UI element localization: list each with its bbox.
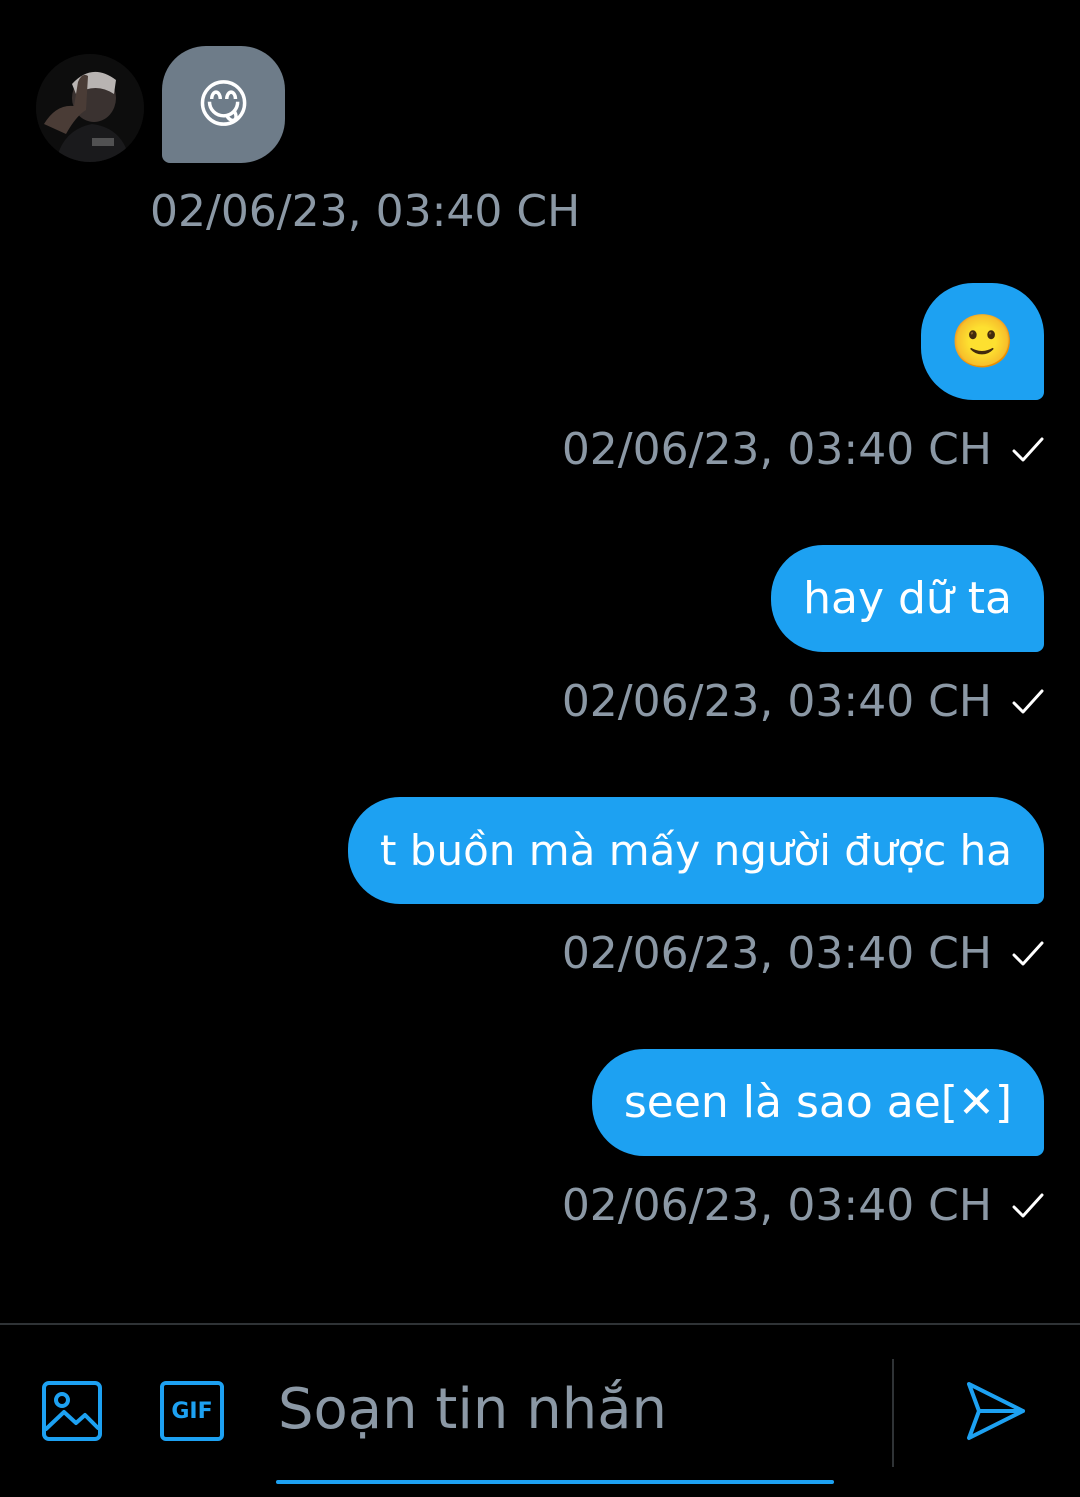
message-timestamp: 02/06/23, 03:40 CH bbox=[562, 1184, 1046, 1228]
message-composer: GIF bbox=[0, 1325, 1080, 1497]
message-timestamp: 02/06/23, 03:40 CH bbox=[562, 680, 1046, 724]
check-icon bbox=[1010, 684, 1046, 720]
input-focus-underline bbox=[276, 1480, 834, 1484]
message-timestamp: 02/06/23, 03:40 CH bbox=[562, 428, 1046, 472]
add-image-button[interactable] bbox=[36, 1375, 108, 1447]
message-timestamp: 02/06/23, 03:40 CH bbox=[562, 932, 1046, 976]
sent-message-bubble[interactable]: t buồn mà mấy người được ha bbox=[347, 797, 1044, 904]
message-text: t buồn mà mấy người được ha bbox=[379, 825, 1012, 875]
send-button[interactable] bbox=[958, 1375, 1034, 1447]
gif-icon: GIF bbox=[160, 1381, 224, 1441]
sent-message-bubble[interactable]: seen là sao ae[✕] bbox=[591, 1049, 1044, 1156]
avatar[interactable] bbox=[36, 54, 144, 162]
received-message-bubble[interactable]: 😋 bbox=[162, 46, 285, 163]
message-text: hay dữ ta bbox=[803, 572, 1012, 624]
send-icon bbox=[967, 1382, 1025, 1440]
check-icon bbox=[1010, 936, 1046, 972]
sent-message-bubble[interactable]: 🙂 bbox=[921, 283, 1044, 400]
message-input[interactable] bbox=[278, 1369, 834, 1449]
message-list[interactable]: 😋 02/06/23, 03:40 CH 🙂 02/06/23, 03:40 C… bbox=[0, 0, 1080, 1323]
message-text: 😋 bbox=[196, 74, 251, 135]
check-icon bbox=[1010, 432, 1046, 468]
message-timestamp: 02/06/23, 03:40 CH bbox=[150, 186, 581, 237]
add-gif-button[interactable]: GIF bbox=[158, 1379, 226, 1443]
message-text: 🙂 bbox=[950, 311, 1015, 372]
image-icon bbox=[42, 1381, 102, 1441]
sent-message-bubble[interactable]: hay dữ ta bbox=[771, 545, 1044, 652]
message-text: seen là sao ae[✕] bbox=[623, 1076, 1012, 1128]
send-divider bbox=[892, 1359, 894, 1467]
check-icon bbox=[1010, 1188, 1046, 1224]
